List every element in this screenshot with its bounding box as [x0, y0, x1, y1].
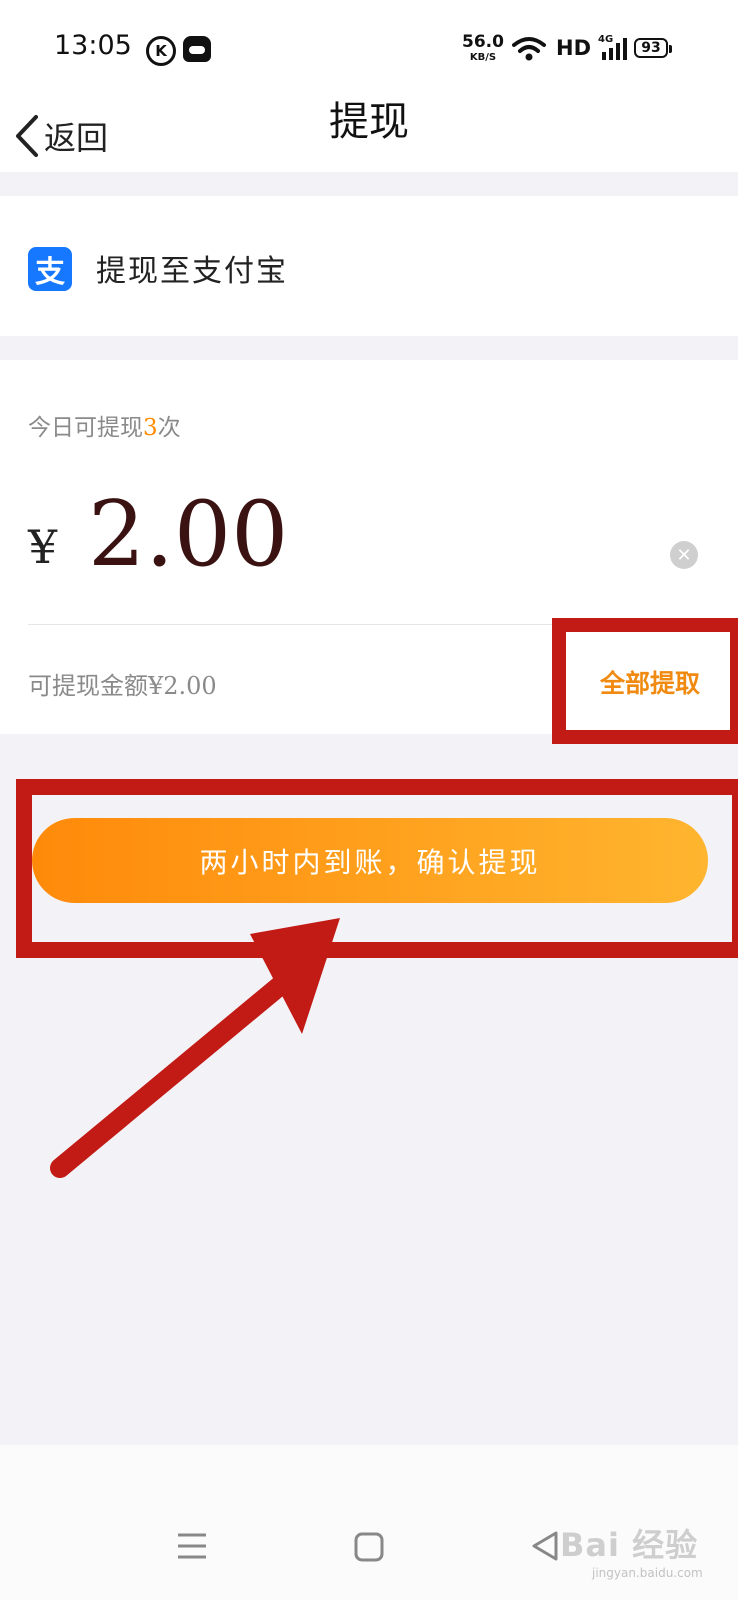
home-icon[interactable] — [354, 1532, 384, 1562]
back-label: 返回 — [44, 119, 109, 157]
annotation-box-withdraw-all — [552, 618, 738, 744]
alipay-logo-icon: 支 — [28, 247, 72, 291]
signal-icon — [602, 38, 627, 60]
amount-input[interactable]: 2.00 — [88, 490, 288, 580]
daily-limit-suffix: 次 — [157, 415, 181, 441]
clear-amount-button[interactable]: ✕ — [670, 541, 698, 569]
daily-limit-count: 3 — [143, 415, 158, 441]
hd-indicator: HD — [556, 36, 592, 60]
annotation-box-confirm — [16, 779, 738, 958]
daily-limit-text: 今日可提现3次 — [28, 408, 181, 442]
network-speed-value: 56.0 — [462, 32, 504, 52]
k-app-icon: K — [146, 36, 176, 66]
watermark-url: jingyan.baidu.com — [592, 1566, 703, 1580]
network-speed-unit: KB/S — [469, 52, 497, 63]
battery-icon: 93 — [634, 38, 672, 58]
daily-limit-prefix: 今日可提现 — [28, 415, 143, 441]
back-button[interactable]: 返回 — [14, 100, 108, 172]
watermark: Bai 经验 — [560, 1526, 699, 1564]
payout-method-label: 提现至支付宝 — [96, 254, 288, 289]
available-balance: 可提现金额¥2.00 — [28, 672, 217, 700]
network-speed: 56.0 KB/S — [462, 34, 504, 63]
navigation-bar — [0, 100, 738, 172]
wifi-icon — [512, 37, 546, 61]
menu-icon[interactable] — [176, 1532, 208, 1560]
close-icon: ✕ — [676, 544, 692, 566]
chevron-left-icon — [16, 115, 38, 157]
notification-app-icon — [183, 36, 211, 62]
back-triangle-icon[interactable] — [530, 1530, 560, 1562]
currency-symbol: ¥ — [28, 520, 58, 574]
status-time: 13:05 — [54, 30, 132, 61]
